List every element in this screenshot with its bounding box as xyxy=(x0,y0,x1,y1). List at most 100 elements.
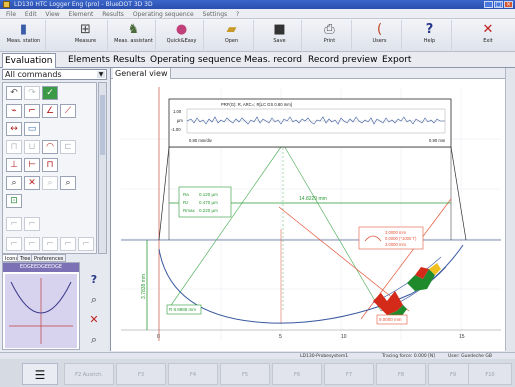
undo-icon[interactable]: ↶ xyxy=(6,86,22,100)
tab-record-preview[interactable]: Record preview xyxy=(306,53,379,68)
fkey-f6[interactable]: F6 xyxy=(272,363,322,385)
tool-icon-f[interactable]: ⌐ xyxy=(60,237,76,251)
slope-element-icon[interactable]: ⟋ xyxy=(60,104,76,118)
tool-icon-d[interactable]: ⌐ xyxy=(24,237,40,251)
distance-element-icon[interactable]: ↔ xyxy=(6,122,22,136)
line-element-icon[interactable]: ⌁ xyxy=(6,104,22,118)
result-value-rz: 0.470 µm xyxy=(199,200,218,205)
search-icon[interactable]: ⌕ xyxy=(86,332,102,348)
thumbnail-panel: EDGEEDGEEDGE xyxy=(2,262,80,350)
view-scrollbar[interactable] xyxy=(505,68,515,351)
tool-icon-g[interactable]: ⌐ xyxy=(78,237,94,251)
print-icon: ⎙ xyxy=(324,22,335,37)
tool-icon-a[interactable]: ⌐ xyxy=(6,217,22,231)
chevron-down-icon: ▼ xyxy=(97,71,105,78)
result-value-ra: 0.120 µm xyxy=(199,192,218,197)
function-key-bar: ☰ F2 Ausrich. F3 F4 F5 F6 F7 F8 F9 F10 xyxy=(0,359,515,387)
meas-assistant-button[interactable]: ♞ Meas. assistant xyxy=(112,20,156,50)
intersection-icon[interactable]: ⊥ xyxy=(6,158,22,172)
chain-element-icon[interactable]: ▭ xyxy=(24,122,40,136)
result-label-ra: Ra xyxy=(183,192,189,197)
palette-scrollbar[interactable] xyxy=(98,82,107,254)
angle-element-icon[interactable]: ∠ xyxy=(42,104,58,118)
main-toolbar: ▮ Meas. station ⊞ Measure ♞ Meas. assist… xyxy=(0,19,515,52)
tool-icon-c[interactable]: ⌐ xyxy=(6,237,22,251)
profile-graph: 14.8229 mm 3.7838 mm Ra 0.120 µm Rz 0.47… xyxy=(121,87,501,341)
fkey-f8[interactable]: F8 xyxy=(376,363,426,385)
print-button[interactable]: ⎙ Print xyxy=(308,20,352,50)
open-label: Open xyxy=(224,38,239,44)
quick-easy-button[interactable]: ● Quick&Easy xyxy=(160,20,204,50)
thumbnail-plot[interactable] xyxy=(5,274,77,348)
inset-y-unit: µm xyxy=(177,118,183,123)
help-icon[interactable]: ? xyxy=(86,272,102,288)
users-icon: ( xyxy=(376,22,383,37)
hamburger-menu-icon[interactable]: ☰ xyxy=(22,363,58,385)
fkey-f2[interactable]: F2 Ausrich. xyxy=(64,363,114,385)
redo-icon[interactable]: ↷ xyxy=(24,86,40,100)
fkey-f5[interactable]: F5 xyxy=(220,363,270,385)
tab-elements[interactable]: Elements xyxy=(66,53,112,68)
tab-evaluation[interactable]: Evaluation xyxy=(2,53,56,68)
save-button[interactable]: ■ Save xyxy=(258,20,302,50)
tool-icon-e[interactable]: ⌐ xyxy=(42,237,58,251)
subtab-preferences[interactable]: Preferences xyxy=(31,254,67,262)
print-label: Print xyxy=(323,38,336,44)
circle-fit-icon[interactable]: ◠ xyxy=(42,140,58,154)
tab-operating-sequence[interactable]: Operating sequence xyxy=(148,53,243,68)
commands-dropdown-value: All commands xyxy=(5,70,62,79)
fkey-f7[interactable]: F7 xyxy=(324,363,374,385)
general-view[interactable]: General view 14.8229 mm 3.7838 mm Ra 0.1… xyxy=(110,68,505,351)
zoom-icon[interactable]: ⌕ xyxy=(6,176,22,190)
scroll-thumb[interactable] xyxy=(100,95,105,155)
maximize-button[interactable]: □ xyxy=(494,1,503,8)
exit-icon: ✕ xyxy=(482,22,494,37)
app-window: LD130 HTC Logger Eng (pro) - BlueDOT 3D … xyxy=(0,0,515,387)
confirm-icon[interactable]: ✓ xyxy=(42,86,58,100)
help-label: Help xyxy=(423,38,436,44)
contour-icon[interactable]: ⊓ xyxy=(42,158,58,172)
x-tick-10: 10 xyxy=(341,334,347,340)
segment-icon-1[interactable]: ⊓ xyxy=(6,140,22,154)
delete-point-icon[interactable]: ✕ xyxy=(24,176,40,190)
meas-station-icon: ▮ xyxy=(19,22,28,37)
meas-station-button[interactable]: ▮ Meas. station xyxy=(2,20,46,50)
minimize-button[interactable]: _ xyxy=(484,1,493,8)
fkey-f3[interactable]: F3 xyxy=(116,363,166,385)
fkey-f10[interactable]: F10 xyxy=(468,363,512,385)
inset-y-bottom: -1.00 xyxy=(171,127,181,132)
quick-easy-label: Quick&Easy xyxy=(166,38,197,44)
magnify-icon[interactable]: ⌕ xyxy=(60,176,76,190)
quick-easy-icon: ● xyxy=(175,22,188,37)
inset-title: PRF(G): R, ARC=; R[LC GS 0.80 mm] xyxy=(221,102,292,107)
tool-icon-b[interactable]: ⌐ xyxy=(24,217,40,231)
help-icon: ? xyxy=(425,22,434,37)
zoom-out-icon[interactable]: ⌕ xyxy=(42,176,58,190)
arc-value-3: 3.0000 mm xyxy=(385,242,406,247)
offset-icon[interactable]: ⊢ xyxy=(24,158,40,172)
close-button[interactable]: × xyxy=(504,1,513,8)
tab-results[interactable]: Results xyxy=(111,53,148,68)
delete-icon[interactable]: ✕ xyxy=(86,312,102,328)
segment-icon-3[interactable]: ⊏ xyxy=(60,140,76,154)
thumbnail-graph xyxy=(9,278,73,344)
exit-button[interactable]: ✕ Exit xyxy=(466,20,510,50)
tab-export[interactable]: Export xyxy=(380,53,413,68)
segment-icon-2[interactable]: ⊔ xyxy=(24,140,40,154)
open-button[interactable]: ▰ Open xyxy=(210,20,254,50)
measure-button[interactable]: ⊞ Measure xyxy=(64,20,108,50)
inset-x-right: 0.90 mm xyxy=(429,138,446,143)
tab-meas-record[interactable]: Meas. record xyxy=(242,53,304,68)
main-tabs: Evaluation Elements Results Operating se… xyxy=(0,52,515,68)
inset-y-top: 1.00 xyxy=(173,109,182,114)
x-tick-0: 0 xyxy=(157,334,160,340)
zoom-icon[interactable]: ⌕ xyxy=(86,292,102,308)
fkey-f4[interactable]: F4 xyxy=(168,363,218,385)
users-button[interactable]: ( Users xyxy=(358,20,402,50)
fit-icon[interactable]: ⊡ xyxy=(6,194,22,208)
command-panel: All commands ▼ ↶ ↷ ✓ ⌁ ⌐ ∠ ⟋ ↔ ▭ ⊓ ⊔ ◠ ⊏… xyxy=(0,68,108,352)
meas-assistant-label: Meas. assistant xyxy=(114,38,153,44)
help-button[interactable]: ? Help xyxy=(408,20,452,50)
step-element-icon[interactable]: ⌐ xyxy=(24,104,40,118)
commands-dropdown[interactable]: All commands ▼ xyxy=(2,69,107,80)
